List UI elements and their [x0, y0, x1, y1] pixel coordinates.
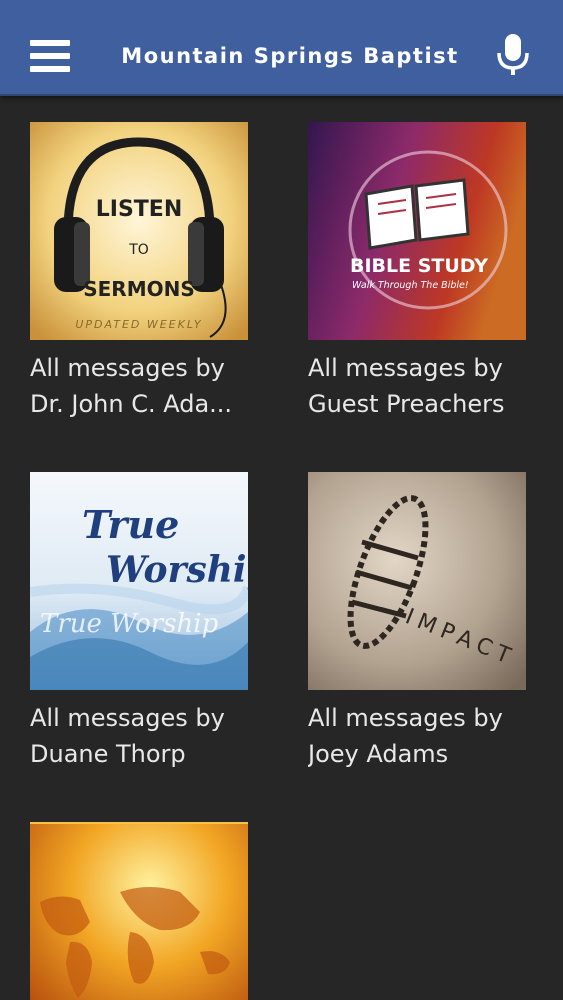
- caption-line-2: Joey Adams: [308, 740, 449, 768]
- caption-line-2: Dr. John C. Ada...: [30, 390, 233, 418]
- series-tile-world-map[interactable]: [30, 822, 250, 1000]
- art-text-updated: UPDATED WEEKLY: [75, 318, 202, 331]
- series-tile-impact[interactable]: IMPACT All messages by Joey Adams: [308, 472, 528, 792]
- app-bar: Mountain Springs Baptist: [0, 0, 563, 96]
- caption-line-1: All messages by: [308, 354, 503, 382]
- app-title: Mountain Springs Baptist: [121, 44, 459, 68]
- caption-line-2: Guest Preachers: [308, 390, 505, 418]
- series-tile-listen-to-sermons[interactable]: LISTEN TO SERMONS UPDATED WEEKLY All mes…: [30, 122, 250, 442]
- caption-line-1: All messages by: [30, 704, 225, 732]
- series-artwork-world-map: [30, 822, 248, 1000]
- series-artwork-bible-study: BIBLE STUDY Walk Through The Bible!: [308, 122, 526, 340]
- art-text-to: TO: [128, 242, 149, 258]
- series-grid: LISTEN TO SERMONS UPDATED WEEKLY All mes…: [0, 98, 563, 1000]
- art-text-walk-through: Walk Through The Bible!: [352, 280, 469, 291]
- series-caption: All messages by Dr. John C. Ada...: [30, 350, 280, 422]
- art-text-worship: Worship: [106, 549, 248, 591]
- series-caption: All messages by Joey Adams: [308, 700, 558, 772]
- caption-line-2: Duane Thorp: [30, 740, 186, 768]
- art-text-sermons: SERMONS: [83, 277, 195, 301]
- caption-line-1: All messages by: [30, 354, 225, 382]
- series-artwork-listen: LISTEN TO SERMONS UPDATED WEEKLY: [30, 122, 248, 340]
- series-tile-bible-study[interactable]: BIBLE STUDY Walk Through The Bible! All …: [308, 122, 528, 442]
- series-tile-true-worship[interactable]: True Worship True Worship All messages b…: [30, 472, 250, 792]
- art-text-bible-study: BIBLE STUDY: [350, 255, 488, 277]
- microphone-icon[interactable]: [496, 33, 530, 77]
- caption-line-1: All messages by: [308, 704, 503, 732]
- series-artwork-impact: IMPACT: [308, 472, 526, 690]
- hamburger-menu-icon[interactable]: [30, 40, 70, 74]
- art-text-listen: LISTEN: [96, 197, 183, 222]
- art-text-echo: True Worship: [40, 609, 219, 639]
- series-caption: All messages by Duane Thorp: [30, 700, 280, 772]
- series-artwork-true-worship: True Worship True Worship: [30, 472, 248, 690]
- series-caption: All messages by Guest Preachers: [308, 350, 558, 422]
- art-text-true: True: [82, 502, 179, 547]
